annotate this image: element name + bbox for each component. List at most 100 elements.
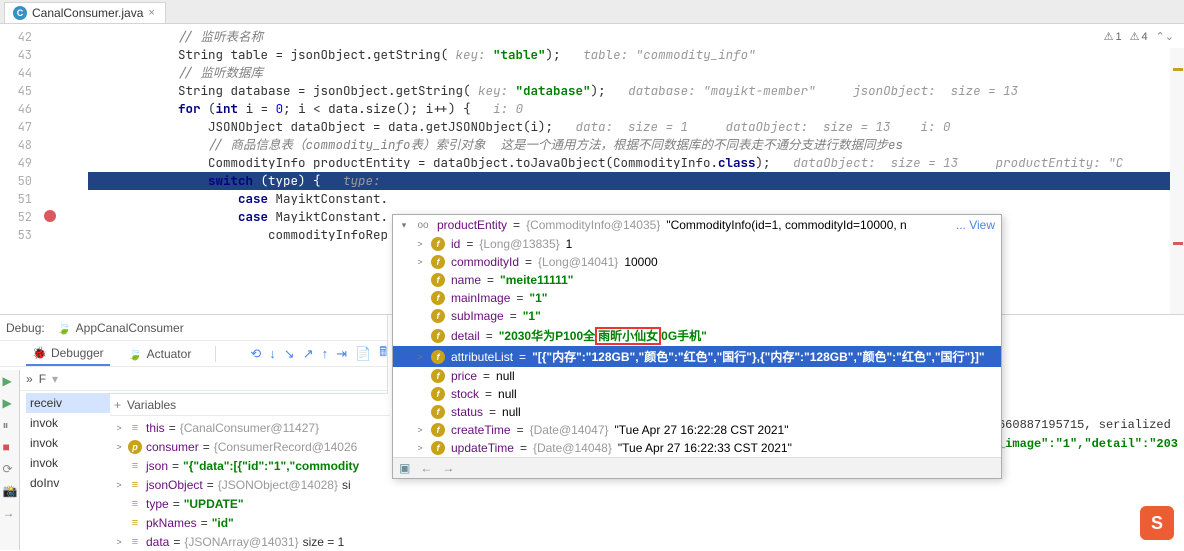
plus-icon[interactable]: + xyxy=(114,398,121,412)
field-icon: f xyxy=(431,329,445,343)
variables-header: + Variables xyxy=(110,394,390,416)
field-icon: ≡ xyxy=(128,535,142,549)
back-icon[interactable]: ← xyxy=(420,461,432,475)
frames-header: » F ▾ xyxy=(0,367,387,391)
popup-field-row[interactable]: fsubImage = "1" xyxy=(393,307,1001,325)
step-icon[interactable]: ↓ xyxy=(269,346,276,361)
popup-field-row[interactable]: fprice = null xyxy=(393,367,1001,385)
field-icon: f xyxy=(431,350,445,364)
popup-field-row[interactable]: fstock = null xyxy=(393,385,1001,403)
view-link[interactable]: ... View xyxy=(956,218,995,232)
variable-row[interactable]: ≡type = "UPDATE" xyxy=(114,494,390,513)
chevron-icon[interactable]: > xyxy=(415,239,425,249)
field-icon: f xyxy=(431,423,445,437)
variables-tree[interactable]: >≡this = {CanalConsumer@11427}>pconsumer… xyxy=(110,416,390,551)
field-icon: f xyxy=(431,291,445,305)
toolbar-icon[interactable]: 📸 xyxy=(3,484,17,498)
chevron-icon[interactable]: > xyxy=(415,257,425,267)
field-icon: ≡ xyxy=(128,516,142,530)
error-stripe[interactable] xyxy=(1170,48,1184,338)
variables-pane: + Variables >≡this = {CanalConsumer@1142… xyxy=(110,394,390,550)
field-icon: f xyxy=(431,255,445,269)
popup-field-row[interactable]: fname = "meite11111" xyxy=(393,271,1001,289)
debug-side-toolbar: ▶ ▶ ⏸ ■ ⟳ 📸 → xyxy=(0,370,20,550)
file-tab-label: CanalConsumer.java xyxy=(32,6,143,20)
chevron-icon[interactable]: > xyxy=(415,443,425,453)
variable-row[interactable]: ≡json = "{"data":[{"id":"1","commodity xyxy=(114,456,390,475)
field-icon: f xyxy=(431,273,445,287)
set-value-icon[interactable]: ▣ xyxy=(399,461,410,475)
popup-field-row[interactable]: >fid = {Long@13835} 1 xyxy=(393,235,1001,253)
inline-hints-right: = 1660887195715, serialized sub_image":"… xyxy=(976,418,1178,456)
var-name: productEntity xyxy=(437,218,507,232)
step-icon[interactable]: 📄 xyxy=(355,346,371,362)
chevron-icon[interactable]: > xyxy=(415,352,425,362)
object-icon: oo xyxy=(415,218,431,232)
toolbar-icon[interactable]: ■ xyxy=(3,440,17,454)
popup-field-row[interactable]: fstatus = null xyxy=(393,403,1001,421)
breakpoint-icon[interactable] xyxy=(44,210,56,222)
chevron-icon[interactable]: > xyxy=(415,425,425,435)
debug-tabs: 🐞 Debugger 🍃 Actuator ⟲ ↓ ↘ ↗ ↑ ⇥ 📄 🖩 xyxy=(0,341,387,367)
run-config-name[interactable]: AppCanalConsumer xyxy=(76,321,184,335)
popup-header-row[interactable]: ▾ oo productEntity = {CommodityInfo@1403… xyxy=(393,215,1001,235)
warning-icon: ⚠ xyxy=(1104,30,1114,43)
popup-field-row[interactable]: fmainImage = "1" xyxy=(393,289,1001,307)
inspection-summary[interactable]: ⚠1 ⚠4 ⌃⌄ xyxy=(1104,30,1174,43)
popup-field-row[interactable]: >fattributeList = "[{"内存":"128GB","颜色":"… xyxy=(393,346,1001,367)
field-icon: ≡ xyxy=(128,478,142,492)
line-number-gutter: 424344454647484950515253 xyxy=(0,24,40,314)
field-icon: f xyxy=(431,441,445,455)
variable-row[interactable]: >≡data = {JSONArray@14031} size = 1 xyxy=(114,532,390,551)
file-tab[interactable]: C CanalConsumer.java × xyxy=(4,2,166,23)
step-toolbar: ⟲ ↓ ↘ ↗ ↑ ⇥ 📄 🖩 xyxy=(250,343,387,365)
gutter-marks xyxy=(40,24,88,314)
field-icon: f xyxy=(431,387,445,401)
frames-opener[interactable]: » xyxy=(26,372,33,386)
popup-field-row[interactable]: >fcreateTime = {Date@14047} "Tue Apr 27 … xyxy=(393,421,1001,439)
toolbar-icon[interactable]: ▶ xyxy=(3,374,17,388)
step-icon[interactable]: ↘ xyxy=(284,346,295,362)
chevron-down-icon[interactable]: ▾ xyxy=(399,220,409,231)
popup-field-row[interactable]: fdetail = "2030华为P100全雨昕小仙女0G手机" xyxy=(393,325,1001,346)
popup-field-row[interactable]: >fupdateTime = {Date@14048} "Tue Apr 27 … xyxy=(393,439,1001,457)
variable-row[interactable]: >pconsumer = {ConsumerRecord@14026 xyxy=(114,437,390,456)
tab-debugger[interactable]: 🐞 Debugger xyxy=(26,342,110,366)
tab-actuator[interactable]: 🍃 Actuator xyxy=(122,343,198,365)
editor-tab-bar: C CanalConsumer.java × xyxy=(0,0,1184,24)
debug-label: Debug: xyxy=(6,321,45,335)
warning-icon: ⚠ xyxy=(1130,30,1140,43)
field-icon: f xyxy=(431,237,445,251)
leaf-icon: 🍃 xyxy=(128,347,143,361)
variable-row[interactable]: >≡jsonObject = {JSONObject@14028} si xyxy=(114,475,390,494)
chevron-icon[interactable]: ⌃⌄ xyxy=(1156,30,1174,43)
field-icon: ≡ xyxy=(128,421,142,435)
debug-header: Debug: 🍃 AppCanalConsumer xyxy=(0,315,387,341)
toolbar-icon[interactable]: → xyxy=(3,506,17,520)
field-icon: ≡ xyxy=(128,459,142,473)
popup-toolbar: ▣ ← → xyxy=(393,457,1001,478)
toolbar-icon[interactable]: ⟳ xyxy=(3,462,17,476)
variable-row[interactable]: ≡pkNames = "id" xyxy=(114,513,390,532)
toolbar-icon[interactable]: ⏸ xyxy=(3,418,17,432)
spring-icon: 🍃 xyxy=(57,321,72,335)
forward-icon[interactable]: → xyxy=(442,461,454,475)
popup-field-row[interactable]: >fcommodityId = {Long@14041} 10000 xyxy=(393,253,1001,271)
field-icon: f xyxy=(431,369,445,383)
bug-icon: 🐞 xyxy=(32,346,47,360)
step-icon[interactable]: 🖩 xyxy=(379,343,387,365)
step-icon[interactable]: ⟲ xyxy=(250,346,261,362)
field-icon: f xyxy=(431,405,445,419)
step-icon[interactable]: ↑ xyxy=(322,346,329,361)
param-icon: p xyxy=(128,440,142,454)
close-icon[interactable]: × xyxy=(148,7,154,19)
watermark-icon: S xyxy=(1140,506,1174,540)
inline-debugger-popup[interactable]: ▾ oo productEntity = {CommodityInfo@1403… xyxy=(392,214,1002,479)
java-class-icon: C xyxy=(13,6,27,20)
variable-row[interactable]: >≡this = {CanalConsumer@11427} xyxy=(114,418,390,437)
step-icon[interactable]: ↗ xyxy=(303,346,314,362)
step-icon[interactable]: ⇥ xyxy=(336,346,347,362)
toolbar-icon[interactable]: ▶ xyxy=(3,396,17,410)
field-icon: f xyxy=(431,309,445,323)
field-icon: ≡ xyxy=(128,497,142,511)
